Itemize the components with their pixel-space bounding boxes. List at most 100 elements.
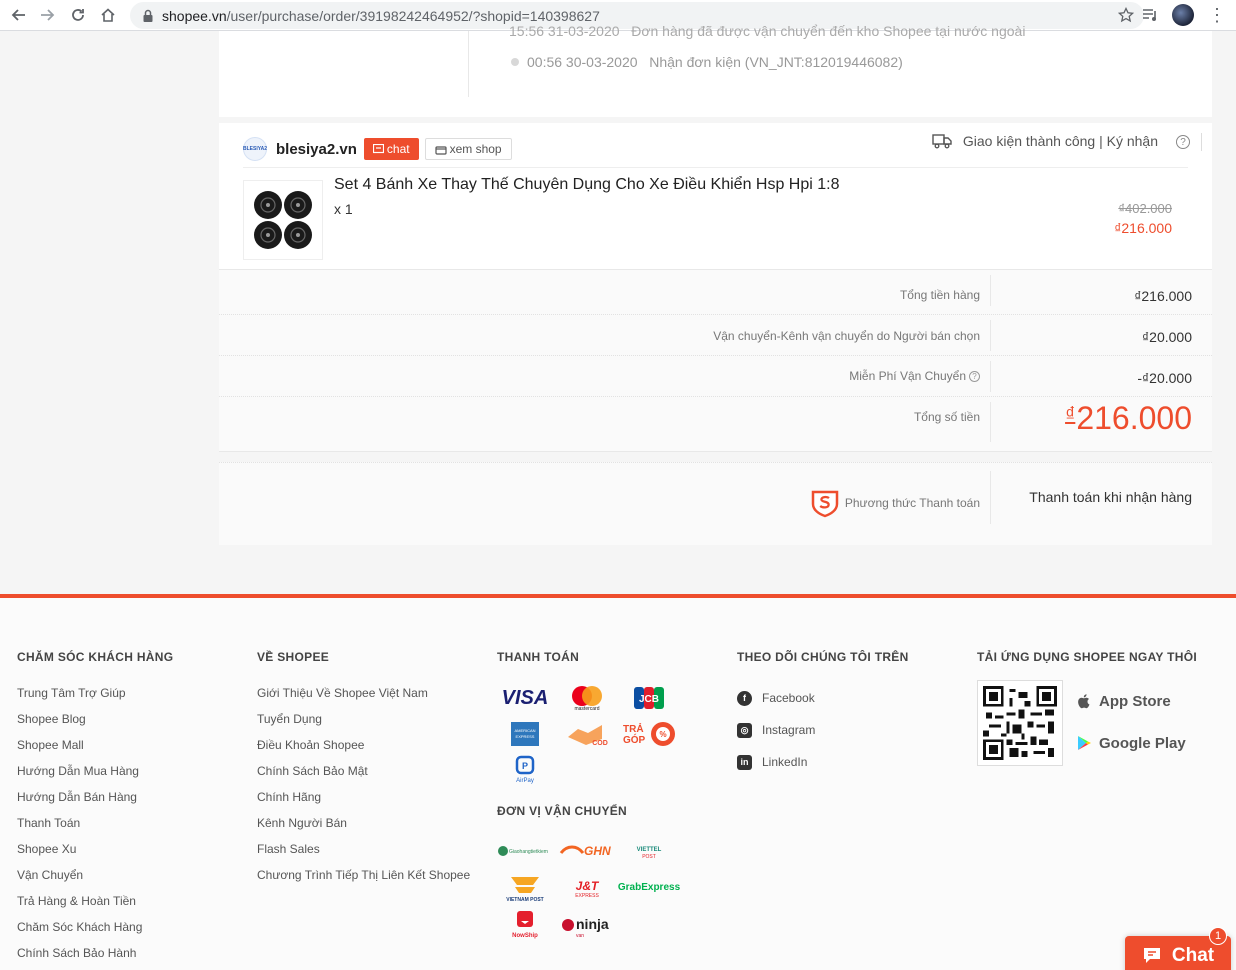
media-queue-icon[interactable] xyxy=(1142,7,1158,23)
payment-label-text: Phương thức Thanh toán xyxy=(844,496,980,510)
google-play-icon xyxy=(1078,736,1091,750)
footer-col-about: VỀ SHOPEE Giới Thiệu Về Shopee Việt Nam … xyxy=(257,650,470,894)
google-play-button[interactable]: Google Play xyxy=(1075,722,1186,764)
footer: CHĂM SÓC KHÁCH HÀNG Trung Tâm Trợ Giúp S… xyxy=(0,594,1236,970)
summary-label: Vận chuyển-Kênh vận chuyển do Người bán … xyxy=(713,329,980,343)
summary-label: Tổng tiền hàng xyxy=(899,288,980,302)
social-link-instagram[interactable]: ◎ Instagram xyxy=(737,714,909,746)
footer-link[interactable]: Hướng Dẫn Bán Hàng xyxy=(17,790,173,816)
tracking-timeline-line xyxy=(468,31,469,97)
back-icon[interactable] xyxy=(6,3,30,27)
installment-logo: TRẢ GÓP% xyxy=(621,716,677,752)
mastercard-logo: mastercard xyxy=(559,680,615,716)
tracking-dot xyxy=(511,58,519,66)
cod-logo: COD xyxy=(559,716,615,752)
lock-icon xyxy=(143,9,153,22)
forward-icon[interactable] xyxy=(36,3,60,27)
footer-link[interactable]: Hướng Dẫn Mua Hàng xyxy=(17,764,173,790)
tracking-time: 00:56 30-03-2020 xyxy=(527,54,638,70)
order-card: BLESIYA2 blesiya2.vn chat xem shop Giao … xyxy=(219,123,1212,269)
social-link-facebook[interactable]: f Facebook xyxy=(737,682,909,714)
footer-link[interactable]: Trung Tâm Trợ Giúp xyxy=(17,686,173,712)
product-quantity: x 1 xyxy=(334,201,353,217)
footer-link[interactable]: Chính Hãng xyxy=(257,790,470,816)
payment-method-row: Phương thức Thanh toán Thanh toán khi nh… xyxy=(219,462,1212,545)
ninja-van-logo: ninja van xyxy=(559,906,615,943)
total-currency: ₫ xyxy=(1065,404,1076,426)
footer-link[interactable]: Điều Khoản Shopee xyxy=(257,738,470,764)
help-icon[interactable]: ? xyxy=(1176,135,1190,149)
svg-text:POST: POST xyxy=(642,854,656,860)
vietnam-post-logo: VIETNAM POST xyxy=(497,869,553,906)
svg-text:VIETNAM POST: VIETNAM POST xyxy=(506,897,544,903)
app-download: App Store Google Play xyxy=(977,680,1197,766)
summary-row-free-shipping: Miễn Phí Vận Chuyển? -₫20.000 xyxy=(219,356,1212,397)
footer-link[interactable]: Vận Chuyển xyxy=(17,868,173,894)
chat-button[interactable]: chat xyxy=(363,138,419,160)
footer-heading: ĐƠN VỊ VẬN CHUYỂN xyxy=(497,804,628,818)
footer-heading: CHĂM SÓC KHÁCH HÀNG xyxy=(17,650,174,664)
qr-code[interactable] xyxy=(977,680,1063,766)
shop-logo[interactable]: BLESIYA2 xyxy=(243,137,267,161)
price-original: ₫402.000 xyxy=(1118,201,1172,216)
footer-link[interactable]: Chính Sách Bảo Hành xyxy=(17,946,173,970)
footer-link[interactable]: Shopee Blog xyxy=(17,712,173,738)
airpay-logo: P AirPay xyxy=(497,752,553,788)
amex-logo: AMERICAN EXPRESS xyxy=(497,716,553,752)
profile-avatar[interactable] xyxy=(1172,4,1194,26)
delivery-status: Giao kiện thành công | Ký nhận xyxy=(932,133,1158,149)
svg-text:VIETTEL: VIETTEL xyxy=(637,847,662,853)
grab-express-logo: GrabExpress xyxy=(617,882,681,893)
footer-link[interactable]: Trả Hàng & Hoàn Tiền xyxy=(17,894,173,920)
viettel-post-logo: VIETTEL POST xyxy=(621,832,677,869)
product-name[interactable]: Set 4 Bánh Xe Thay Thế Chuyên Dụng Cho X… xyxy=(334,176,840,194)
app-store-label: App Store xyxy=(1099,692,1171,710)
bookmark-star-icon[interactable] xyxy=(1118,7,1134,23)
delivery-status-text: Giao kiện thành công | Ký nhận xyxy=(962,133,1158,149)
view-shop-label: xem shop xyxy=(449,142,502,156)
jcb-logo: JCB xyxy=(621,680,677,716)
google-play-label: Google Play xyxy=(1099,734,1186,752)
svg-text:NowShip: NowShip xyxy=(512,933,538,939)
footer-link[interactable]: Shopee Xu xyxy=(17,842,173,868)
free-shipping-label: Miễn Phí Vận Chuyển xyxy=(849,369,966,383)
view-shop-button[interactable]: xem shop xyxy=(424,138,512,160)
menu-kebab-icon[interactable]: ⋮ xyxy=(1208,6,1226,24)
home-icon[interactable] xyxy=(96,3,120,27)
footer-col-app: TẢI ỨNG DỤNG SHOPEE NGAY THÔI App Store … xyxy=(977,650,1197,766)
tracking-entry-latest: 00:56 30-03-2020 Nhận đơn kiện (VN_JNT:8… xyxy=(527,54,903,70)
tracking-time: 15:56 31-03-2020 xyxy=(509,23,620,39)
footer-link[interactable]: Chương Trình Tiếp Thị Liên Kết Shopee xyxy=(257,868,470,894)
store-buttons: App Store Google Play xyxy=(1075,680,1186,766)
social-link-linkedin[interactable]: in LinkedIn xyxy=(737,746,909,778)
svg-text:JCB: JCB xyxy=(639,694,659,705)
footer-link[interactable]: Chính Sách Bảo Mật xyxy=(257,764,470,790)
toolbar-right: ⋮ xyxy=(1142,4,1226,26)
footer-link[interactable]: Thanh Toán xyxy=(17,816,173,842)
svg-text:GÓP: GÓP xyxy=(623,733,646,746)
summary-value: ₫216.000 xyxy=(1134,288,1192,304)
footer-link[interactable]: Flash Sales xyxy=(257,842,470,868)
svg-text:EXPRESS: EXPRESS xyxy=(575,893,599,899)
nowship-logo: NowShip xyxy=(497,906,553,943)
footer-link[interactable]: Shopee Mall xyxy=(17,738,173,764)
url-host: shopee.vn xyxy=(162,7,227,24)
footer-link[interactable]: Tuyển Dụng xyxy=(257,712,470,738)
footer-link[interactable]: Kênh Người Bán xyxy=(257,816,470,842)
payment-divider xyxy=(990,471,991,524)
social-label: LinkedIn xyxy=(762,755,808,769)
footer-col-payment: THANH TOÁN VISA mastercard JCB AMERICAN E… xyxy=(497,650,681,943)
app-store-button[interactable]: App Store xyxy=(1075,680,1186,722)
info-icon[interactable]: ? xyxy=(969,371,980,383)
svg-text:AirPay: AirPay xyxy=(516,778,534,784)
shop-name[interactable]: blesiya2.vn xyxy=(276,141,357,158)
summary-label: Miễn Phí Vận Chuyển? xyxy=(849,369,980,383)
footer-link[interactable]: Giới Thiệu Về Shopee Việt Nam xyxy=(257,686,470,712)
svg-text:van: van xyxy=(576,933,584,939)
reload-icon[interactable] xyxy=(66,3,90,27)
product-image[interactable] xyxy=(243,180,323,260)
footer-link[interactable]: Chăm Sóc Khách Hàng xyxy=(17,920,173,946)
tracking-desc: Nhận đơn kiện (VN_JNT:812019446082) xyxy=(649,54,903,70)
total-amount: ₫ 216.000 xyxy=(1065,400,1192,437)
facebook-icon: f xyxy=(737,690,752,706)
